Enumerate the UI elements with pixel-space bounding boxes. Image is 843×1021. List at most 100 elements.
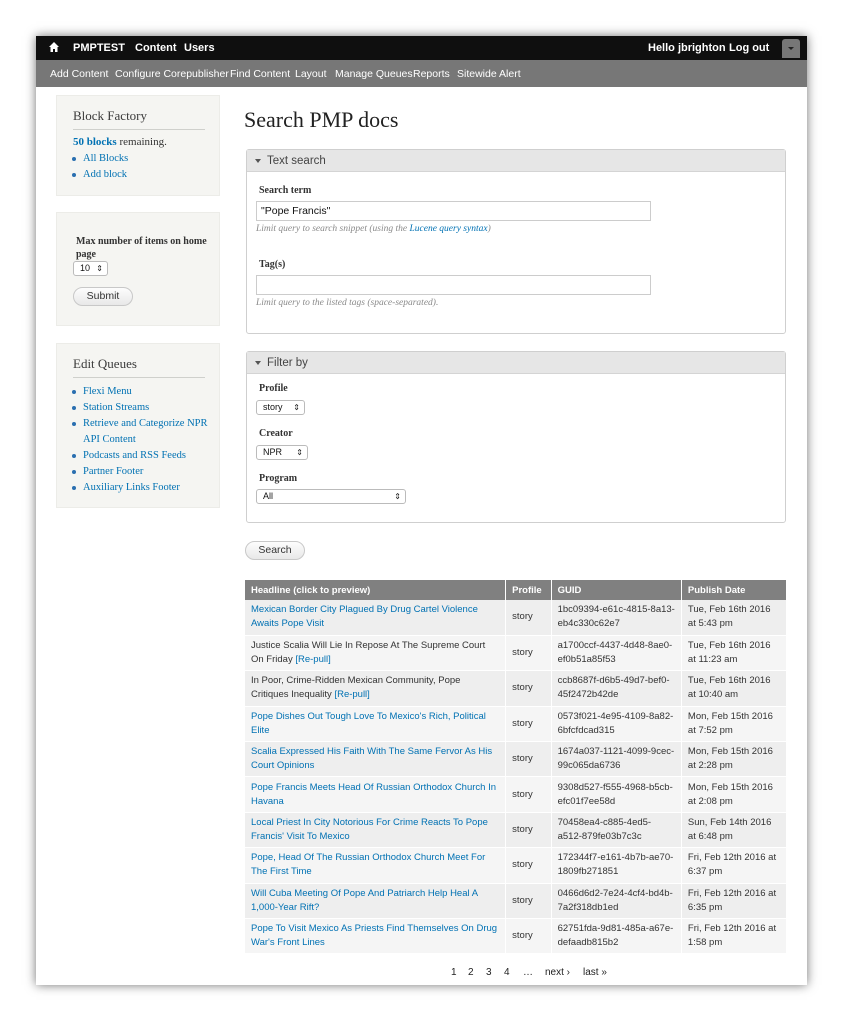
- queue-link-partner-footer[interactable]: Partner Footer: [71, 464, 211, 480]
- search-button[interactable]: Search: [245, 541, 305, 560]
- queue-link-podcasts-rss[interactable]: Podcasts and RSS Feeds: [71, 448, 211, 464]
- headline-link[interactable]: Pope Dishes Out Tough Love To Mexico's R…: [251, 711, 486, 736]
- column-header-profile[interactable]: Profile: [505, 580, 552, 600]
- table-row: Justice Scalia Will Lie In Repose At The…: [245, 635, 788, 672]
- toolbar-toggle-button[interactable]: [782, 39, 800, 58]
- creator-value: NPR: [263, 447, 283, 457]
- profile-cell: story: [505, 812, 552, 849]
- profile-cell: story: [505, 670, 552, 707]
- queue-link-retrieve-npr[interactable]: Retrieve and Categorize NPR API Content: [71, 416, 211, 448]
- pager-page-2[interactable]: 2: [468, 967, 474, 978]
- table-row: Will Cuba Meeting Of Pope And Patriarch …: [245, 883, 788, 920]
- filter-fieldset: Filter by Profile story ⇕ Creator NPR ⇕ …: [246, 351, 786, 523]
- profile-cell: story: [505, 918, 552, 955]
- headline-cell: Pope To Visit Mexico As Priests Find The…: [245, 918, 507, 955]
- home-icon[interactable]: [48, 41, 60, 53]
- shortcut-layout[interactable]: Layout: [295, 68, 327, 80]
- logout-link[interactable]: Log out: [729, 42, 769, 54]
- publish-date-cell: Mon, Feb 15th 2016 at 7:52 pm: [681, 706, 788, 743]
- headline-link[interactable]: Pope Francis Meets Head Of Russian Ortho…: [251, 782, 496, 807]
- pager-next[interactable]: next ›: [545, 967, 570, 978]
- site-name-link[interactable]: PMPTEST: [73, 42, 125, 54]
- shortcut-sitewide-alert[interactable]: Sitewide Alert: [457, 68, 521, 80]
- headline-link[interactable]: Will Cuba Meeting Of Pope And Patriarch …: [251, 888, 478, 913]
- search-term-input[interactable]: "Pope Francis": [256, 201, 651, 221]
- guid-cell: 1674a037-1121-4099-9cec-99c065da6736: [551, 741, 682, 778]
- publish-date-cell: Sun, Feb 14th 2016 at 6:48 pm: [681, 812, 788, 849]
- select-arrows-icon: ⇕: [293, 403, 300, 412]
- guid-cell: 70458ea4-c885-4ed5-a512-879fe03b7c3c: [551, 812, 682, 849]
- text-search-legend[interactable]: Text search: [247, 150, 785, 172]
- guid-cell: 1bc09394-e61c-4815-8a13-eb4c330c62e7: [551, 600, 682, 636]
- table-row: Local Priest In City Notorious For Crime…: [245, 812, 788, 849]
- column-header-publish-date[interactable]: Publish Date: [681, 580, 788, 600]
- profile-cell: story: [505, 883, 552, 920]
- table-row: Pope To Visit Mexico As Priests Find The…: [245, 918, 788, 955]
- shortcut-find-content[interactable]: Find Content: [230, 68, 290, 80]
- publish-date-cell: Tue, Feb 16th 2016 at 10:40 am: [681, 670, 788, 707]
- page-title: Search PMP docs: [244, 107, 399, 132]
- filter-legend[interactable]: Filter by: [247, 352, 785, 374]
- headline-cell: Local Priest In City Notorious For Crime…: [245, 812, 507, 849]
- shortcut-manage-queues[interactable]: Manage Queues: [335, 68, 413, 80]
- headline-cell: In Poor, Crime-Ridden Mexican Community,…: [245, 670, 507, 707]
- lucene-syntax-link[interactable]: Lucene query syntax: [409, 224, 487, 234]
- profile-cell: story: [505, 600, 552, 636]
- headline-link[interactable]: Pope, Head Of The Russian Orthodox Churc…: [251, 852, 485, 877]
- toolbar-content-link[interactable]: Content: [135, 42, 177, 54]
- creator-select[interactable]: NPR ⇕: [256, 445, 308, 460]
- headline-link[interactable]: Mexican Border City Plagued By Drug Cart…: [251, 604, 478, 629]
- queue-link-flexi-menu[interactable]: Flexi Menu: [71, 384, 211, 400]
- guid-cell: ccb8687f-d6b5-49d7-bef0-45f2472b42de: [551, 670, 682, 707]
- pager-page-4[interactable]: 4: [504, 967, 510, 978]
- admin-toolbar: PMPTEST Content Users Hello jbrighton Lo…: [36, 36, 807, 60]
- edit-queues-links: Flexi Menu Station Streams Retrieve and …: [71, 384, 211, 496]
- headline-link[interactable]: Local Priest In City Notorious For Crime…: [251, 817, 488, 842]
- table-row: Pope, Head Of The Russian Orthodox Churc…: [245, 847, 788, 884]
- search-term-label: Search term: [259, 185, 312, 196]
- headline-cell: Justice Scalia Will Lie In Repose At The…: [245, 635, 507, 672]
- profile-value: story: [263, 402, 283, 412]
- headline-cell: Mexican Border City Plagued By Drug Cart…: [245, 600, 507, 636]
- queue-link-auxiliary-links[interactable]: Auxiliary Links Footer: [71, 480, 211, 496]
- headline-cell: Pope Francis Meets Head Of Russian Ortho…: [245, 776, 507, 813]
- pager-last[interactable]: last »: [583, 967, 607, 978]
- shortcut-configure-corepublisher[interactable]: Configure Corepublisher: [115, 68, 229, 80]
- guid-cell: 62751fda-9d81-485a-a67e-defaadb815b2: [551, 918, 682, 955]
- repull-link[interactable]: [Re-pull]: [334, 689, 369, 700]
- column-header-guid[interactable]: GUID: [551, 580, 682, 600]
- pager-page-3[interactable]: 3: [486, 967, 492, 978]
- publish-date-cell: Mon, Feb 15th 2016 at 2:28 pm: [681, 741, 788, 778]
- column-header-headline[interactable]: Headline (click to preview): [245, 580, 507, 600]
- headline-cell: Pope Dishes Out Tough Love To Mexico's R…: [245, 706, 507, 743]
- repull-link[interactable]: [Re-pull]: [295, 654, 330, 665]
- profile-cell: story: [505, 776, 552, 813]
- blocks-remaining-text: 50 blocks remaining.: [73, 136, 167, 148]
- select-arrows-icon: ⇕: [96, 264, 103, 273]
- blocks-count-link[interactable]: 50 blocks: [73, 136, 117, 148]
- shortcut-add-content[interactable]: Add Content: [50, 68, 108, 80]
- user-greeting[interactable]: Hello jbrighton: [648, 42, 726, 54]
- shortcut-reports[interactable]: Reports: [413, 68, 450, 80]
- all-blocks-link[interactable]: All Blocks: [71, 151, 128, 167]
- headline-text[interactable]: Justice Scalia Will Lie In Repose At The…: [251, 640, 485, 665]
- profile-select[interactable]: story ⇕: [256, 400, 305, 415]
- publish-date-cell: Fri, Feb 12th 2016 at 6:37 pm: [681, 847, 788, 884]
- tags-input[interactable]: [256, 275, 651, 295]
- max-items-select[interactable]: 10 ⇕: [73, 261, 108, 276]
- headline-link[interactable]: Scalia Expressed His Faith With The Same…: [251, 746, 492, 771]
- block-factory-links: All Blocks Add block: [71, 151, 128, 183]
- toolbar-users-link[interactable]: Users: [184, 42, 215, 54]
- profile-cell: story: [505, 741, 552, 778]
- search-term-desc-prefix: Limit query to search snippet (using the: [256, 224, 410, 234]
- results-table: Headline (click to preview) Profile GUID…: [245, 580, 788, 955]
- submit-button[interactable]: Submit: [73, 287, 133, 306]
- queue-link-station-streams[interactable]: Station Streams: [71, 400, 211, 416]
- text-search-fieldset: Text search Search term "Pope Francis" L…: [246, 149, 786, 334]
- guid-cell: 0573f021-4e95-4109-8a82-6bfcfdcad315: [551, 706, 682, 743]
- pager-page-1[interactable]: 1: [451, 967, 457, 978]
- add-block-link[interactable]: Add block: [71, 167, 128, 183]
- search-term-desc-suffix: ): [487, 224, 491, 234]
- headline-link[interactable]: Pope To Visit Mexico As Priests Find The…: [251, 923, 497, 948]
- program-select[interactable]: All ⇕: [256, 489, 406, 504]
